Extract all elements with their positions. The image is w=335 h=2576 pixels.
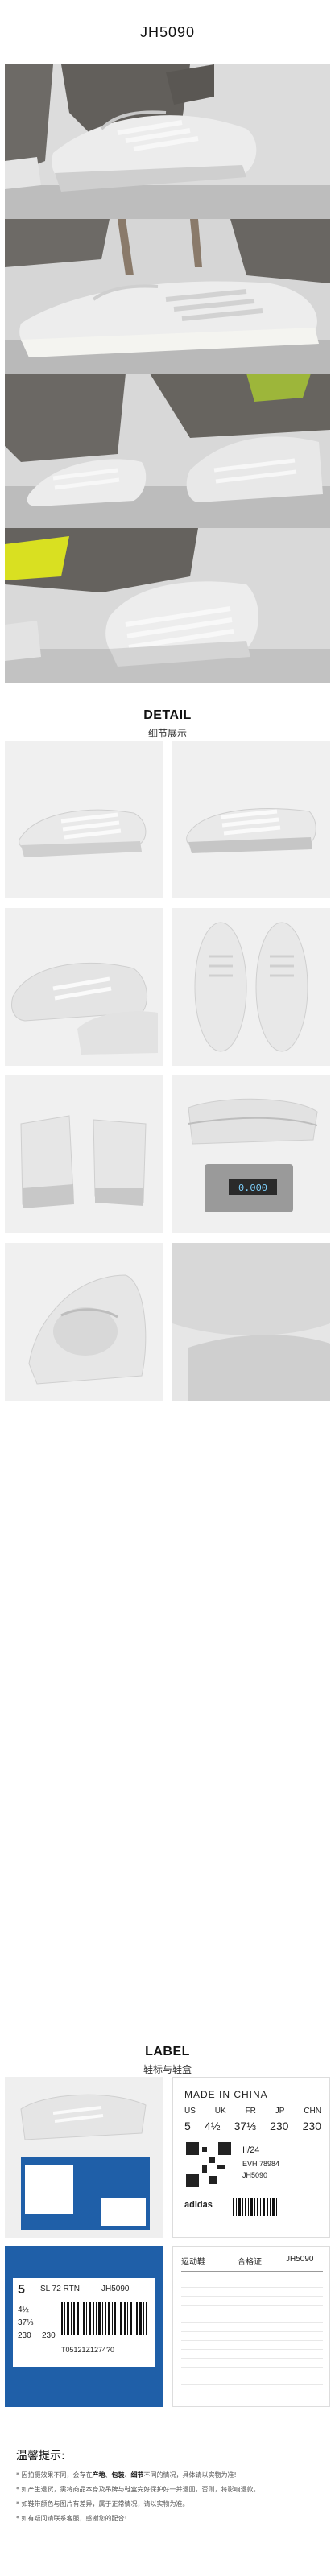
notes-line-1-em3: 细节 bbox=[130, 2471, 144, 2479]
size-header-chn: CHN bbox=[304, 2107, 321, 2116]
page-header: JH5090 bbox=[0, 0, 335, 64]
detail-photo-4 bbox=[172, 908, 330, 1066]
svg-text:0.000: 0.000 bbox=[238, 1183, 267, 1194]
lifestyle-photo-2 bbox=[5, 219, 330, 374]
label-section-heading: LABEL 鞋标与鞋盒 bbox=[0, 2045, 335, 2076]
label-date: II/24 bbox=[242, 2145, 260, 2155]
box-barcode-number: T05121Z1274?0 bbox=[61, 2346, 115, 2354]
box-barcode-icon bbox=[61, 2302, 147, 2334]
detail-photo-1 bbox=[5, 741, 163, 898]
notes-line-1-sep2: 、 bbox=[124, 2471, 131, 2479]
cert-body-lines bbox=[181, 2279, 323, 2392]
detail-photo-3 bbox=[5, 908, 163, 1066]
notes-line-1: * 因拍摄效果不同，会存在产地、包装、细节不同的情况，具体请以实物为准! bbox=[16, 2470, 322, 2480]
label-heading-en: LABEL bbox=[145, 2045, 190, 2058]
detail-heading-zh: 细节展示 bbox=[147, 728, 187, 739]
detail-photo-6: 0.000 bbox=[172, 1075, 330, 1233]
size-value-fr: 37⅓ bbox=[234, 2120, 256, 2132]
notes-line-2: * 如产生退货，需将商品本身及吊牌与鞋盒完好保护好一并退回，否则，将影响退款。 bbox=[16, 2486, 260, 2493]
box-fr: 37⅓ bbox=[18, 2318, 34, 2327]
size-value-chn: 230 bbox=[302, 2120, 321, 2132]
size-headers-row: US UK FR JP CHN bbox=[184, 2107, 321, 2116]
size-values-row: 5 4½ 37⅓ 230 230 bbox=[184, 2120, 321, 2132]
notes-line-1-sep1: 、 bbox=[105, 2471, 112, 2479]
notes-section: 温馨提示: * 因拍摄效果不同，会存在产地、包装、细节不同的情况，具体请以实物为… bbox=[0, 2431, 335, 2576]
box-size: 5 bbox=[18, 2283, 25, 2297]
size-value-us: 5 bbox=[184, 2120, 191, 2132]
detail-section-heading: DETAIL 细节展示 bbox=[0, 708, 335, 740]
label-heading-zh: 鞋标与鞋盒 bbox=[143, 2064, 192, 2075]
size-header-uk: UK bbox=[214, 2107, 226, 2116]
qr-code-icon bbox=[184, 2140, 233, 2189]
certificate-card: 运动鞋 合格证 JH5090 bbox=[172, 2246, 330, 2407]
cert-title: 合格证 bbox=[238, 2258, 262, 2267]
size-header-jp: JP bbox=[275, 2107, 285, 2116]
lifestyle-photo-4 bbox=[5, 528, 330, 683]
product-code-title: JH5090 bbox=[139, 23, 196, 40]
detail-photo-2 bbox=[172, 741, 330, 898]
label-code1: EVH 78984 bbox=[242, 2160, 280, 2168]
lifestyle-photo-3 bbox=[5, 374, 330, 528]
notes-line-1-em2: 包装 bbox=[111, 2471, 125, 2479]
label-brand: adidas bbox=[184, 2200, 213, 2210]
detail-photo-5 bbox=[5, 1075, 163, 1233]
detail-photo-7 bbox=[5, 1243, 163, 1401]
detail-photo-8 bbox=[172, 1243, 330, 1401]
shoe-box-photo bbox=[5, 2077, 163, 2238]
box-model: SL 72 RTN bbox=[40, 2285, 80, 2293]
shoe-label-tag: MADE IN CHINA US UK FR JP CHN 5 4½ 37⅓ 2… bbox=[172, 2077, 330, 2238]
box-uk: 4½ bbox=[18, 2306, 29, 2314]
label-code2: JH5090 bbox=[242, 2171, 268, 2179]
notes-line-4: * 如有疑问请联系客服，感谢您的配合! bbox=[16, 2515, 127, 2522]
notes-line-3: * 如鞋带颜色与图片有差异，属于正常情况，请以实物为准。 bbox=[16, 2500, 189, 2508]
size-value-jp: 230 bbox=[270, 2120, 289, 2132]
notes-title: 温馨提示: bbox=[16, 2450, 65, 2462]
detail-heading-en: DETAIL bbox=[143, 708, 192, 722]
size-header-fr: FR bbox=[245, 2107, 256, 2116]
notes-line-1-em1: 产地 bbox=[92, 2471, 105, 2479]
box-code: JH5090 bbox=[101, 2285, 130, 2293]
size-value-uk: 4½ bbox=[204, 2120, 221, 2132]
cert-heading: 运动鞋 bbox=[181, 2258, 205, 2267]
box-label-photo: 5 SL 72 RTN JH5090 4½ 37⅓ 230 230 T05121… bbox=[5, 2246, 163, 2407]
lifestyle-photo-1 bbox=[5, 64, 330, 219]
made-in-text: MADE IN CHINA bbox=[184, 2089, 268, 2100]
box-jp: 230 bbox=[18, 2331, 31, 2340]
cert-code: JH5090 bbox=[286, 2255, 314, 2264]
box-label-sticker: 5 SL 72 RTN JH5090 4½ 37⅓ 230 230 T05121… bbox=[13, 2278, 155, 2367]
notes-line-1-post: 不同的情况，具体请以实物为准! bbox=[143, 2471, 237, 2479]
box-chn: 230 bbox=[42, 2331, 56, 2340]
cert-divider bbox=[181, 2271, 323, 2272]
notes-line-1-pre: * 因拍摄效果不同，会存在 bbox=[16, 2471, 93, 2479]
size-header-us: US bbox=[184, 2107, 196, 2116]
